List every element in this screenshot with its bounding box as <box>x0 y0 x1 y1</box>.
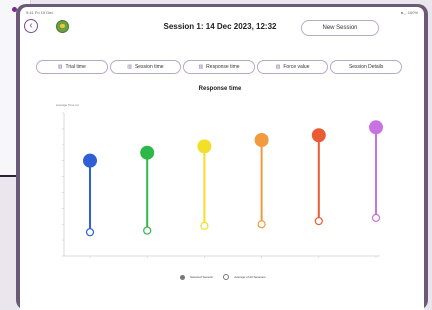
selected-session-point <box>311 128 326 143</box>
selected-session-point <box>83 153 97 168</box>
legend-label-selected: Selected Session <box>190 275 214 279</box>
average-session-point <box>85 228 95 237</box>
legend-label-average: Average of All Sessions <box>234 275 266 279</box>
average-session-point <box>143 226 152 235</box>
average-session-point <box>314 216 323 226</box>
selected-session-point <box>369 120 383 135</box>
selected-session-point <box>254 133 269 148</box>
response-time-chart: Average Time (s) <box>56 103 383 258</box>
y-axis-label: Average Time (s) <box>56 103 79 107</box>
legend-item-average: Average of All Sessions <box>223 274 266 280</box>
average-session-point <box>371 213 381 222</box>
legend-item-selected: Selected Session <box>180 274 214 280</box>
selected-session-point <box>197 139 212 154</box>
average-session-point <box>200 221 209 230</box>
average-session-point <box>257 220 266 229</box>
chart-legend: Selected Session Average of All Sessions <box>180 273 266 281</box>
app-screen: 9:41 Fri 15 Dec ●◡ 100% ‹ Session 1: 14 … <box>20 7 424 310</box>
legend-filled-marker <box>180 274 185 280</box>
selected-session-point <box>140 145 155 160</box>
legend-hollow-marker <box>223 274 230 280</box>
